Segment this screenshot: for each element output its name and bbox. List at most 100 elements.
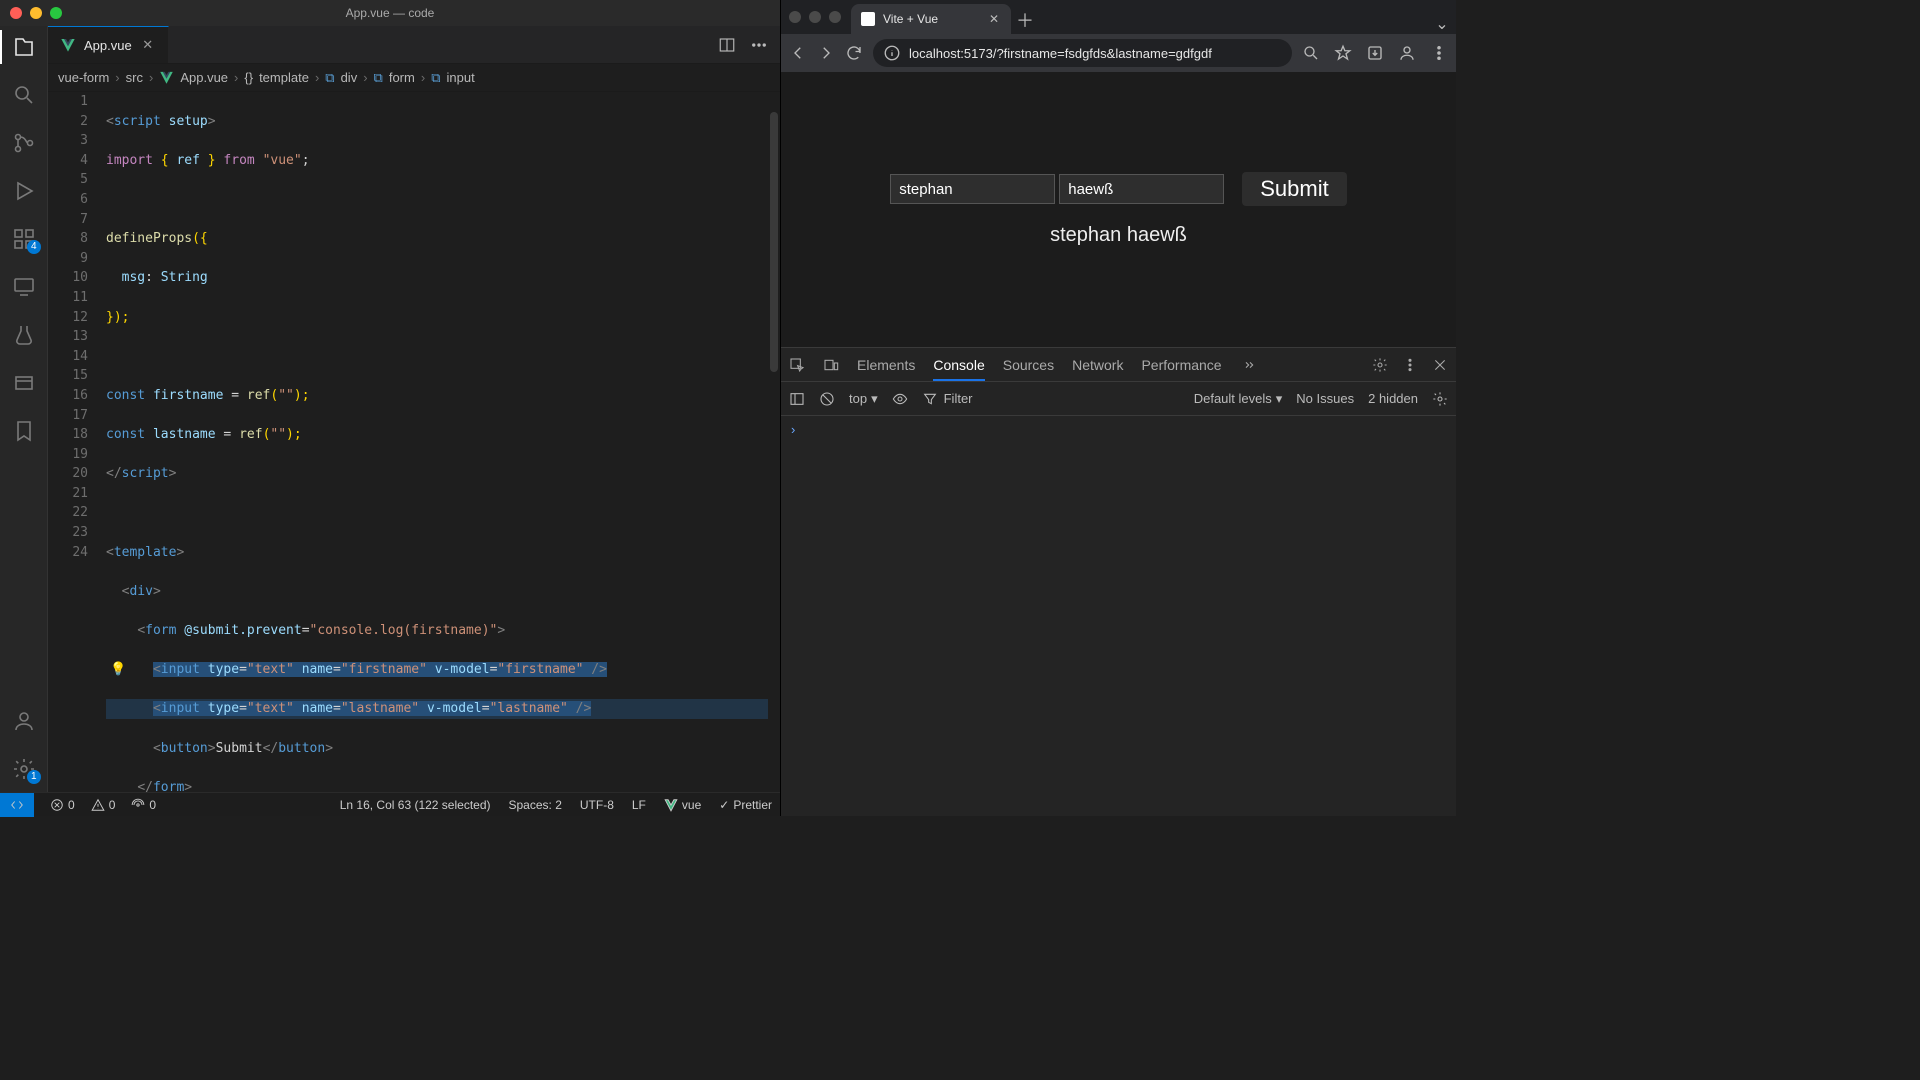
log-levels-selector[interactable]: Default levels ▾ [1194,391,1283,407]
page-viewport: Submit stephan haewß Elements Console So… [781,72,1456,816]
browser-tab-title: Vite + Vue [883,12,938,26]
devtools-menu-icon[interactable] [1402,357,1418,373]
live-expression-icon[interactable] [892,391,908,407]
split-editor-icon[interactable] [718,36,736,54]
console-body[interactable] [781,416,1456,816]
window-close-button[interactable] [10,7,22,19]
status-formatter[interactable]: ✓ Prettier [719,798,772,812]
new-tab-button[interactable]: ＋ [1011,6,1039,34]
remote-explorer-icon[interactable] [11,274,37,300]
devtools-tab-network[interactable]: Network [1072,357,1123,373]
vue-file-icon [159,70,174,85]
breadcrumb-item[interactable]: template [259,70,309,85]
zoom-icon[interactable] [1302,44,1320,62]
bookmarks-icon[interactable] [11,418,37,444]
breadcrumb-item[interactable]: src [126,70,143,85]
clear-console-icon[interactable] [819,391,835,407]
console-sidebar-icon[interactable] [789,391,805,407]
breadcrumb-item[interactable]: form [389,70,415,85]
lightbulb-icon[interactable]: 💡 [110,660,126,680]
timeline-icon[interactable] [11,370,37,396]
breadcrumb-item[interactable]: div [341,70,358,85]
vue-file-icon [60,37,76,53]
inspect-element-icon[interactable] [789,357,805,373]
editor-tabs: App.vue ✕ [48,26,780,64]
devtools-tab-elements[interactable]: Elements [857,357,915,373]
devtools-tab-performance[interactable]: Performance [1141,357,1221,373]
tab-close-icon[interactable]: ✕ [987,12,1001,26]
install-app-icon[interactable] [1366,44,1384,62]
breadcrumbs[interactable]: vue-form› src› App.vue› {} template› ⧉ d… [48,64,780,92]
breadcrumb-item[interactable]: vue-form [58,70,109,85]
console-filter[interactable]: Filter [922,391,1042,407]
settings-badge: 1 [27,770,41,784]
context-selector[interactable]: top ▾ [849,391,878,407]
devtools-tab-console[interactable]: Console [933,357,984,381]
run-debug-icon[interactable] [11,178,37,204]
status-warnings[interactable]: 0 [91,798,116,812]
hidden-count[interactable]: 2 hidden [1368,391,1418,406]
code-content[interactable]: <script setup> import { ref } from "vue"… [106,92,780,792]
device-toolbar-icon[interactable] [823,357,839,373]
profile-icon[interactable] [1398,44,1416,62]
window-maximize-button[interactable] [50,7,62,19]
window-title: App.vue — code [0,6,780,20]
submit-button[interactable]: Submit [1242,172,1346,206]
status-language[interactable]: vue [664,798,701,812]
status-spaces[interactable]: Spaces: 2 [509,798,562,812]
remote-indicator[interactable] [0,793,34,817]
tab-list-button[interactable]: ⌄ [1428,14,1456,34]
status-errors[interactable]: 0 [50,798,75,812]
extensions-badge: 4 [27,240,41,254]
window-minimize-button[interactable] [30,7,42,19]
window-minimize-button[interactable] [809,11,821,23]
console-prompt[interactable] [791,422,1446,437]
search-icon[interactable] [11,82,37,108]
account-icon[interactable] [11,708,37,734]
settings-gear-icon[interactable]: 1 [11,756,37,782]
source-control-icon[interactable] [11,130,37,156]
devtools-close-icon[interactable] [1432,357,1448,373]
titlebar: App.vue — code [0,0,780,26]
breadcrumb-item[interactable]: App.vue [180,70,228,85]
editor-area: App.vue ✕ vue-form› src› App.vue› {} tem… [48,26,780,792]
reload-icon[interactable] [845,44,863,62]
browser-tab[interactable]: Vite + Vue ✕ [851,4,1011,34]
more-tabs-icon[interactable] [1240,357,1256,373]
menu-icon[interactable] [1430,44,1448,62]
form-row: Submit [890,172,1346,206]
more-actions-icon[interactable] [750,36,768,54]
nav-back-icon[interactable] [789,44,807,62]
code-editor[interactable]: 12345 678910 1112131415 1617181920 21222… [48,92,780,792]
console-toolbar: top ▾ Filter Default levels ▾ No Issues … [781,382,1456,416]
activity-bar: 4 1 [0,26,48,792]
window-close-button[interactable] [789,11,801,23]
explorer-icon[interactable] [11,34,37,60]
extensions-icon[interactable]: 4 [11,226,37,252]
site-info-icon[interactable] [883,44,901,62]
lastname-input[interactable] [1059,174,1224,204]
favicon [861,12,875,26]
status-bar: 0 0 0 Ln 16, Col 63 (122 selected) Space… [0,792,780,816]
address-bar[interactable]: localhost:5173/?firstname=fsdgfds&lastna… [873,39,1292,67]
status-encoding[interactable]: UTF-8 [580,798,614,812]
status-ports[interactable]: 0 [131,798,156,812]
status-cursor[interactable]: Ln 16, Col 63 (122 selected) [340,798,491,812]
bookmark-star-icon[interactable] [1334,44,1352,62]
firstname-input[interactable] [890,174,1055,204]
nav-forward-icon[interactable] [817,44,835,62]
browser-window: Vite + Vue ✕ ＋ ⌄ localhost:5173/?firstna… [780,0,1456,816]
breadcrumb-item[interactable]: input [446,70,474,85]
editor-tab-app-vue[interactable]: App.vue ✕ [48,26,169,63]
issues-indicator[interactable]: No Issues [1296,391,1354,406]
console-settings-icon[interactable] [1432,391,1448,407]
browser-toolbar: localhost:5173/?firstname=fsdgfds&lastna… [781,34,1456,72]
devtools-tabs: Elements Console Sources Network Perform… [781,348,1456,382]
devtools-tab-sources[interactable]: Sources [1003,357,1054,373]
editor-scrollbar[interactable] [768,92,780,792]
window-maximize-button[interactable] [829,11,841,23]
tab-close-icon[interactable]: ✕ [140,37,156,53]
status-eol[interactable]: LF [632,798,646,812]
testing-icon[interactable] [11,322,37,348]
devtools-settings-icon[interactable] [1372,357,1388,373]
